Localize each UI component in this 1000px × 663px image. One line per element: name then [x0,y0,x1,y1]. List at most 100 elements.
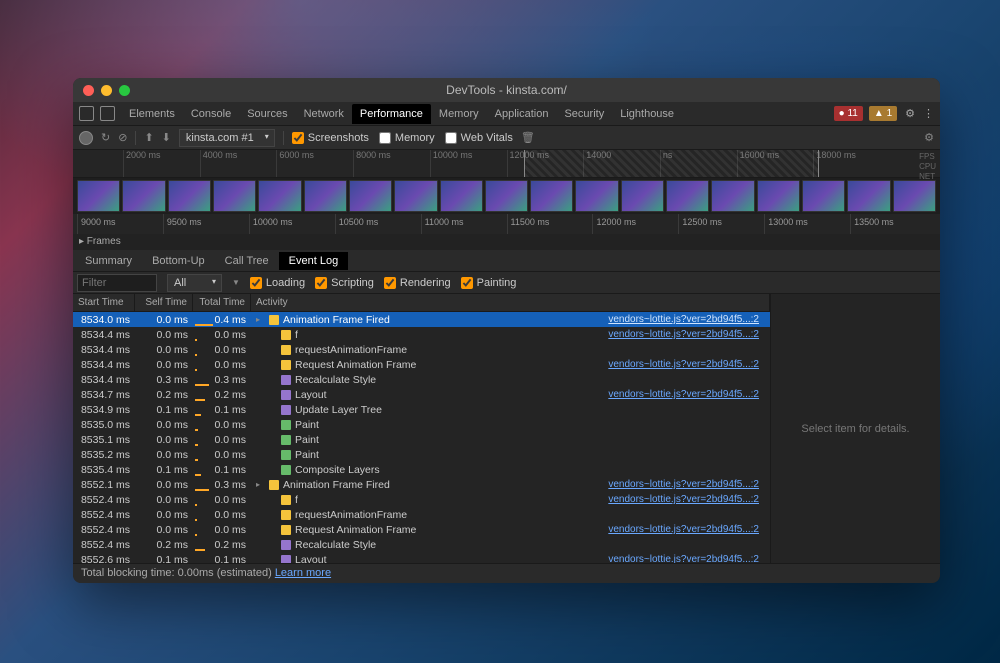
source-link[interactable]: vendors~lottie.js?ver=2bd94f5...:2 [608,494,765,505]
filmstrip-thumb[interactable] [77,180,120,212]
col-activity[interactable]: Activity [251,294,770,311]
device-toggle-icon[interactable] [100,106,115,121]
settings-icon[interactable]: ⚙ [905,107,915,120]
event-row[interactable]: 8535.2 ms0.0 ms0.0 msPaint [73,447,770,462]
check-web-vitals[interactable]: Web Vitals [445,132,513,144]
filmstrip-thumb[interactable] [485,180,528,212]
clear-icon[interactable]: ⊘ [118,131,127,144]
error-badge[interactable]: ● 11 [834,106,863,121]
time-ruler[interactable]: 9000 ms9500 ms10000 ms10500 ms11000 ms11… [73,214,940,234]
event-row[interactable]: 8552.4 ms0.0 ms0.0 msrequestAnimationFra… [73,507,770,522]
download-icon[interactable]: ⬇ [162,131,171,144]
filmstrip-thumb[interactable] [349,180,392,212]
filter-scope[interactable]: All [167,274,222,292]
source-link[interactable]: vendors~lottie.js?ver=2bd94f5...:2 [608,479,765,490]
filmstrip-thumb[interactable] [802,180,845,212]
tab-console[interactable]: Console [183,104,239,124]
filmstrip-thumb[interactable] [394,180,437,212]
filter-painting[interactable]: Painting [461,277,517,289]
category-swatch [281,390,291,400]
filter-input[interactable] [77,274,157,292]
recording-select[interactable]: kinsta.com #1 [179,129,275,147]
filmstrip-thumb[interactable] [440,180,483,212]
warning-badge[interactable]: ▲ 1 [869,106,897,121]
grid-body[interactable]: 8534.0 ms0.0 ms0.4 ms▸Animation Frame Fi… [73,312,770,563]
minimize-button[interactable] [101,85,112,96]
event-row[interactable]: 8534.4 ms0.0 ms0.0 msfvendors~lottie.js?… [73,327,770,342]
event-row[interactable]: 8534.4 ms0.3 ms0.3 msRecalculate Style [73,372,770,387]
reload-record-icon[interactable]: ↻ [101,131,110,144]
event-row[interactable]: 8552.1 ms0.0 ms0.3 ms▸Animation Frame Fi… [73,477,770,492]
filmstrip-thumb[interactable] [847,180,890,212]
source-link[interactable]: vendors~lottie.js?ver=2bd94f5...:2 [608,389,765,400]
upload-icon[interactable]: ⬆ [144,131,153,144]
maximize-button[interactable] [119,85,130,96]
event-row[interactable]: 8534.4 ms0.0 ms0.0 msrequestAnimationFra… [73,342,770,357]
filter-rendering[interactable]: Rendering [384,277,451,289]
filmstrip-thumb[interactable] [893,180,936,212]
event-row[interactable]: 8552.4 ms0.0 ms0.0 msfvendors~lottie.js?… [73,492,770,507]
event-log-grid: Start Time Self Time Total Time Activity… [73,294,770,563]
event-row[interactable]: 8534.9 ms0.1 ms0.1 msUpdate Layer Tree [73,402,770,417]
filmstrip-thumb[interactable] [258,180,301,212]
tab-memory[interactable]: Memory [431,104,487,124]
overview-selection[interactable] [524,150,819,177]
event-row[interactable]: 8552.6 ms0.1 ms0.1 msLayoutvendors~lotti… [73,552,770,563]
event-row[interactable]: 8552.4 ms0.0 ms0.0 msRequest Animation F… [73,522,770,537]
event-row[interactable]: 8535.4 ms0.1 ms0.1 msComposite Layers [73,462,770,477]
filmstrip-thumb[interactable] [757,180,800,212]
tab-performance[interactable]: Performance [352,104,431,124]
col-start-time[interactable]: Start Time [73,294,135,311]
filter-scripting[interactable]: Scripting [315,277,374,289]
event-row[interactable]: 8534.7 ms0.2 ms0.2 msLayoutvendors~lotti… [73,387,770,402]
filmstrip-thumb[interactable] [575,180,618,212]
col-total-time[interactable]: Total Time [193,294,251,311]
event-row[interactable]: 8535.0 ms0.0 ms0.0 msPaint [73,417,770,432]
tab-elements[interactable]: Elements [121,104,183,124]
check-screenshots[interactable]: Screenshots [292,132,369,144]
filmstrip-thumb[interactable] [168,180,211,212]
filmstrip-thumb[interactable] [213,180,256,212]
source-link[interactable]: vendors~lottie.js?ver=2bd94f5...:2 [608,329,765,340]
timeline-overview[interactable]: 2000 ms4000 ms6000 ms8000 ms10000 ms1200… [73,150,940,178]
source-link[interactable]: vendors~lottie.js?ver=2bd94f5...:2 [608,554,765,563]
check-memory[interactable]: Memory [379,132,435,144]
filmstrip-thumb[interactable] [304,180,347,212]
event-row[interactable]: 8535.1 ms0.0 ms0.0 msPaint [73,432,770,447]
filmstrip-thumb[interactable] [666,180,709,212]
col-self-time[interactable]: Self Time [135,294,193,311]
source-link[interactable]: vendors~lottie.js?ver=2bd94f5...:2 [608,524,765,535]
learn-more-link[interactable]: Learn more [275,567,331,579]
filmstrip-thumb[interactable] [711,180,754,212]
record-button[interactable] [79,131,93,145]
subtab-event-log[interactable]: Event Log [279,252,349,270]
tab-sources[interactable]: Sources [239,104,295,124]
ruler-tick: 9000 ms [77,214,163,234]
tab-security[interactable]: Security [556,104,612,124]
ruler-tick: 13000 ms [764,214,850,234]
event-row[interactable]: 8534.0 ms0.0 ms0.4 ms▸Animation Frame Fi… [73,312,770,327]
filmstrip-thumb[interactable] [621,180,664,212]
subtab-summary[interactable]: Summary [75,252,142,270]
tab-lighthouse[interactable]: Lighthouse [612,104,682,124]
trash-icon[interactable]: 🗑 [521,131,535,144]
more-icon[interactable]: ⋮ [923,107,934,120]
frames-track[interactable]: ▸ Frames [73,234,940,250]
inspect-icon[interactable] [79,106,94,121]
ruler-tick: 11500 ms [507,214,593,234]
filmstrip-thumb[interactable] [530,180,573,212]
source-link[interactable]: vendors~lottie.js?ver=2bd94f5...:2 [608,314,765,325]
filmstrip-thumb[interactable] [122,180,165,212]
subtab-bottom-up[interactable]: Bottom-Up [142,252,215,270]
close-button[interactable] [83,85,94,96]
event-row[interactable]: 8534.4 ms0.0 ms0.0 msRequest Animation F… [73,357,770,372]
tab-application[interactable]: Application [487,104,557,124]
tab-network[interactable]: Network [296,104,352,124]
filter-loading[interactable]: Loading [250,277,305,289]
subtab-call-tree[interactable]: Call Tree [215,252,279,270]
event-row[interactable]: 8552.4 ms0.2 ms0.2 msRecalculate Style [73,537,770,552]
category-swatch [281,555,291,564]
settings-gear-icon[interactable]: ⚙ [924,131,934,144]
source-link[interactable]: vendors~lottie.js?ver=2bd94f5...:2 [608,359,765,370]
filmstrip[interactable] [73,178,940,214]
